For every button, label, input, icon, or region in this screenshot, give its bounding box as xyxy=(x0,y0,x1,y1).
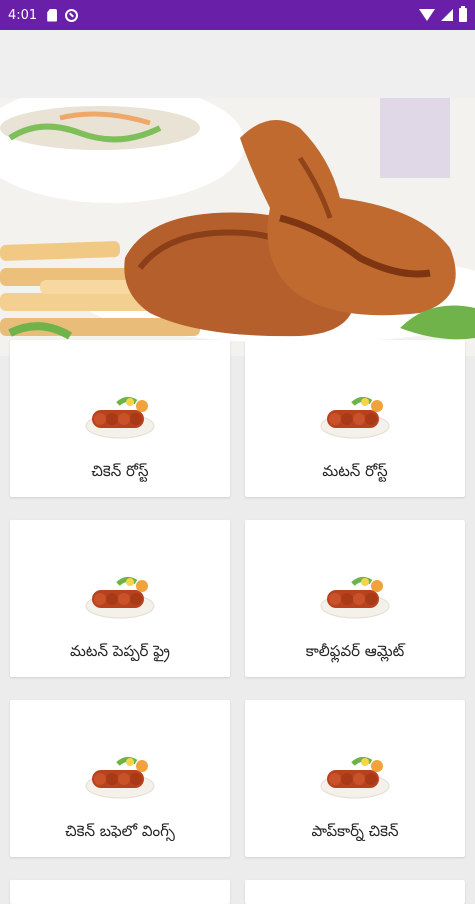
kebab-plate-icon xyxy=(320,756,390,799)
menu-item-card[interactable]: పాప్‌కార్న్ చికెన్ xyxy=(245,700,465,857)
status-time: 4:01 xyxy=(8,7,38,23)
kebab-plate-icon xyxy=(320,576,390,619)
menu-grid: చికెన్ రోస్ట్ మటన్ రోస్ట్ మటన్ పెప్పర్ ఫ… xyxy=(0,340,475,904)
menu-item-label: చికెన్ రోస్ట్ xyxy=(91,462,149,480)
sd-card-icon xyxy=(47,8,58,22)
kebab-plate-icon xyxy=(85,756,155,799)
wifi-icon xyxy=(419,9,435,21)
kebab-plate-icon xyxy=(85,396,155,439)
roast-chicken-illustration xyxy=(0,98,475,356)
banner-image xyxy=(0,98,475,356)
signal-icon xyxy=(441,9,453,21)
menu-item-card[interactable]: మటన్ రోస్ట్ xyxy=(245,340,465,497)
menu-item-card[interactable]: చికెన్ బఫెలో వింగ్స్ xyxy=(10,700,230,857)
menu-item-card[interactable]: చికెన్ రోస్ట్ xyxy=(10,340,230,497)
status-bar: 4:01 xyxy=(0,0,475,30)
menu-item-card-partial[interactable] xyxy=(10,880,230,904)
menu-item-card-partial[interactable] xyxy=(245,880,465,904)
menu-item-card[interactable]: కాలీఫ్లవర్ ఆమ్లెట్ xyxy=(245,520,465,677)
kebab-plate-icon xyxy=(320,396,390,439)
menu-item-label: మటన్ రోస్ట్ xyxy=(322,462,388,480)
menu-item-card[interactable]: మటన్ పెప్పర్ ఫ్రై xyxy=(10,520,230,677)
do-not-disturb-icon xyxy=(65,8,79,22)
menu-item-label: పాప్‌కార్న్ చికెన్ xyxy=(311,822,399,840)
battery-icon xyxy=(459,6,467,22)
menu-item-label: మటన్ పెప్పర్ ఫ్రై xyxy=(70,642,170,660)
kebab-plate-icon xyxy=(85,576,155,619)
menu-item-label: కాలీఫ్లవర్ ఆమ్లెట్ xyxy=(305,642,405,660)
menu-item-label: చికెన్ బఫెలో వింగ్స్ xyxy=(65,822,175,840)
app-bar xyxy=(0,30,475,98)
